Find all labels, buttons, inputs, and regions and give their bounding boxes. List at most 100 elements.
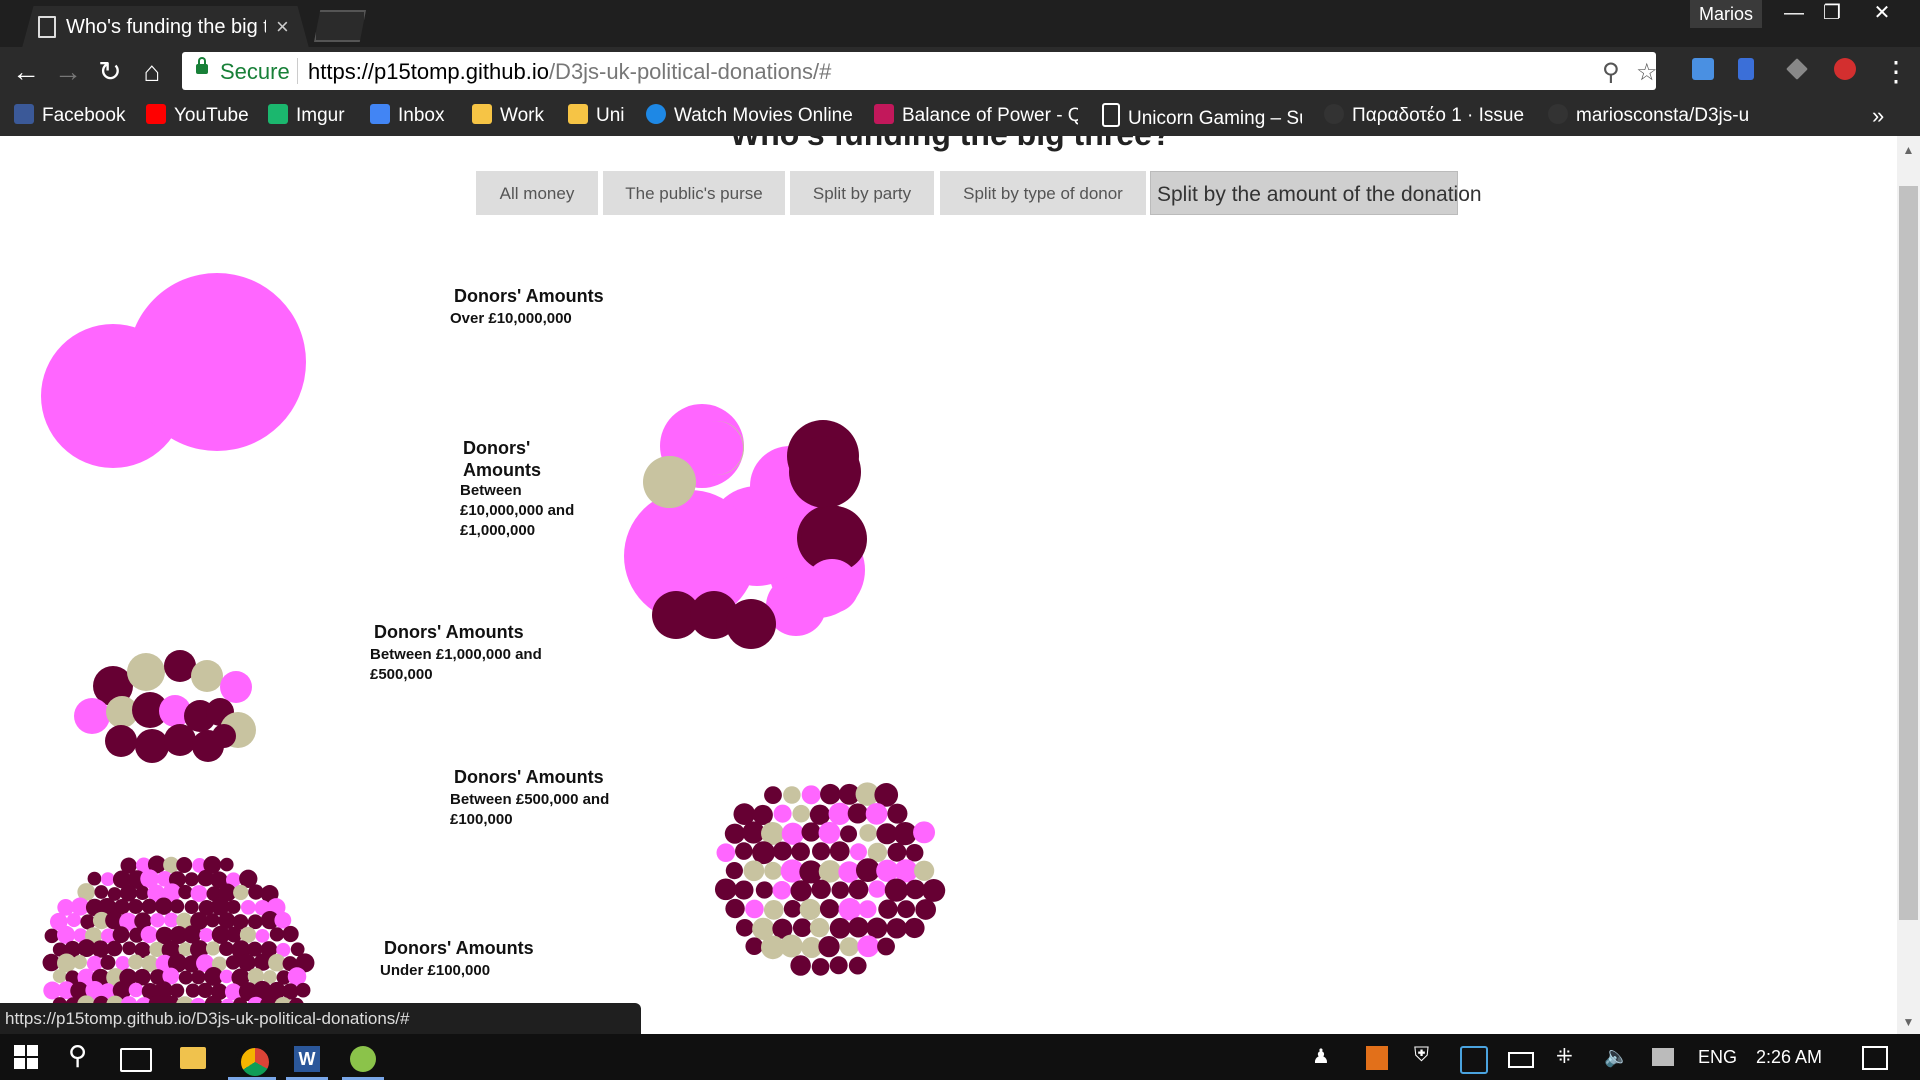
paint-icon[interactable] — [350, 1046, 376, 1072]
back-icon[interactable]: ← — [10, 56, 42, 88]
home-icon[interactable]: ⌂ — [136, 56, 168, 88]
minimize-icon[interactable]: — — [1774, 0, 1814, 28]
donation-bubble[interactable] — [178, 970, 193, 985]
donation-bubble[interactable] — [115, 956, 130, 971]
donation-bubble[interactable] — [247, 914, 263, 930]
scrollbar-thumb[interactable] — [1899, 186, 1918, 920]
scroll-up-icon[interactable]: ▲ — [1897, 140, 1920, 160]
network-app-icon[interactable] — [1460, 1046, 1488, 1074]
donation-bubble[interactable] — [905, 843, 924, 862]
donation-bubble[interactable] — [781, 822, 804, 845]
donation-bubble[interactable] — [866, 917, 888, 939]
menu-icon[interactable]: ⋮ — [1880, 56, 1912, 88]
donation-bubble[interactable] — [734, 880, 754, 900]
bookmark-extension-icon[interactable] — [1738, 58, 1754, 80]
donation-bubble[interactable] — [819, 899, 840, 919]
address-bar[interactable]: Secure https://p15tomp.github.io/D3js-uk… — [182, 52, 1658, 90]
donation-bubble[interactable] — [809, 804, 831, 825]
donation-bubble[interactable] — [790, 955, 811, 976]
donation-bubble[interactable] — [801, 822, 821, 842]
donation-bubble[interactable] — [128, 899, 144, 914]
donation-bubble[interactable] — [878, 899, 898, 919]
donation-bubble[interactable] — [868, 880, 886, 898]
windows-start-icon[interactable] — [14, 1045, 38, 1069]
donation-bubble[interactable] — [226, 899, 241, 914]
donation-bubble[interactable] — [141, 898, 157, 914]
donation-bubble[interactable] — [140, 925, 158, 944]
donation-bubble[interactable] — [197, 982, 213, 999]
donation-bubble[interactable] — [897, 900, 916, 919]
donation-bubble[interactable] — [724, 823, 745, 844]
donation-bubble[interactable] — [191, 970, 206, 985]
donation-bubble[interactable] — [857, 935, 880, 958]
donation-bubble[interactable] — [219, 969, 234, 984]
chrome-icon[interactable] — [237, 1044, 273, 1080]
donation-bubble[interactable] — [100, 955, 116, 970]
donation-bubble[interactable] — [128, 954, 144, 970]
donation-bubble[interactable] — [122, 941, 137, 956]
donation-bubble[interactable] — [150, 913, 165, 928]
donation-bubble[interactable] — [755, 881, 774, 899]
donation-bubble[interactable] — [191, 660, 223, 692]
donation-bubble[interactable] — [282, 925, 299, 943]
url-text[interactable]: https://p15tomp.github.io/D3js-uk-politi… — [308, 59, 831, 85]
browser-tab[interactable]: Who's funding the big three? × — [22, 6, 309, 48]
donation-bubble[interactable] — [295, 982, 311, 998]
donation-bubble[interactable] — [773, 841, 792, 861]
forward-icon[interactable]: → — [52, 56, 84, 88]
donation-bubble[interactable] — [112, 926, 130, 944]
donation-bubble[interactable] — [884, 878, 909, 902]
donation-bubble[interactable] — [792, 918, 812, 938]
bookmark-uni[interactable]: Uni — [568, 103, 625, 129]
donation-bubble[interactable] — [811, 879, 831, 900]
donation-bubble[interactable] — [745, 899, 764, 919]
bookmark-repo[interactable]: mariosconsta/D3js-u — [1548, 103, 1748, 129]
language-indicator[interactable]: ENG — [1698, 1047, 1737, 1068]
more-bookmarks-icon[interactable]: » — [1872, 103, 1884, 129]
donation-bubble[interactable] — [127, 653, 165, 691]
donation-bubble[interactable] — [818, 821, 841, 844]
file-explorer-icon[interactable] — [180, 1047, 206, 1069]
security-shield-icon[interactable]: ⛨ — [1414, 1044, 1429, 1067]
donation-bubble[interactable] — [87, 871, 102, 886]
donation-bubble[interactable] — [840, 825, 858, 843]
donation-bubble[interactable] — [848, 917, 869, 938]
donation-bubble[interactable] — [52, 969, 67, 983]
donation-bubble[interactable] — [190, 885, 208, 902]
donation-bubble[interactable] — [716, 843, 736, 863]
donation-bubble[interactable] — [877, 937, 895, 956]
donation-bubble[interactable] — [72, 955, 87, 970]
bookmark-watch-movies[interactable]: Watch Movies Online — [646, 103, 852, 129]
donation-bubble[interactable] — [865, 802, 888, 825]
donation-bubble[interactable] — [205, 913, 220, 928]
donation-bubble[interactable] — [154, 897, 173, 915]
donation-bubble[interactable] — [184, 872, 199, 887]
donation-bubble[interactable] — [714, 878, 737, 901]
donation-bubble[interactable] — [792, 804, 810, 823]
bookmark-issue[interactable]: Παραδοτέο 1 · Issue — [1324, 103, 1528, 129]
donation-bubble[interactable] — [255, 928, 270, 943]
bookmark-balance-of-power[interactable]: Balance of Power - Q — [874, 103, 1078, 129]
bookmark-star-icon[interactable]: ☆ — [1636, 58, 1658, 87]
donation-bubble[interactable] — [773, 804, 792, 823]
zoom-icon[interactable]: ⚲ — [1602, 58, 1620, 87]
donation-bubble[interactable] — [858, 900, 877, 919]
donation-bubble[interactable] — [887, 803, 908, 824]
donation-bubble[interactable] — [887, 842, 907, 862]
donation-bubble[interactable] — [135, 729, 169, 763]
donation-bubble[interactable] — [164, 724, 196, 756]
donation-bubble[interactable] — [820, 783, 841, 805]
donation-bubble[interactable] — [839, 937, 859, 957]
bookmark-facebook[interactable]: Facebook — [14, 103, 125, 129]
donation-bubble[interactable] — [44, 928, 60, 944]
donation-bubble[interactable] — [240, 899, 256, 915]
donation-bubble[interactable] — [644, 456, 696, 508]
battery-icon[interactable] — [1508, 1052, 1534, 1068]
extension-icon[interactable] — [1692, 58, 1714, 80]
donation-bubble[interactable] — [178, 884, 193, 900]
donation-bubble[interactable] — [828, 802, 851, 825]
donation-bubble[interactable] — [783, 900, 802, 918]
donation-bubble[interactable] — [809, 917, 830, 938]
bookmark-unicorn-gaming[interactable]: Unicorn Gaming – Su — [1102, 103, 1302, 129]
donation-bubble[interactable] — [799, 898, 821, 921]
